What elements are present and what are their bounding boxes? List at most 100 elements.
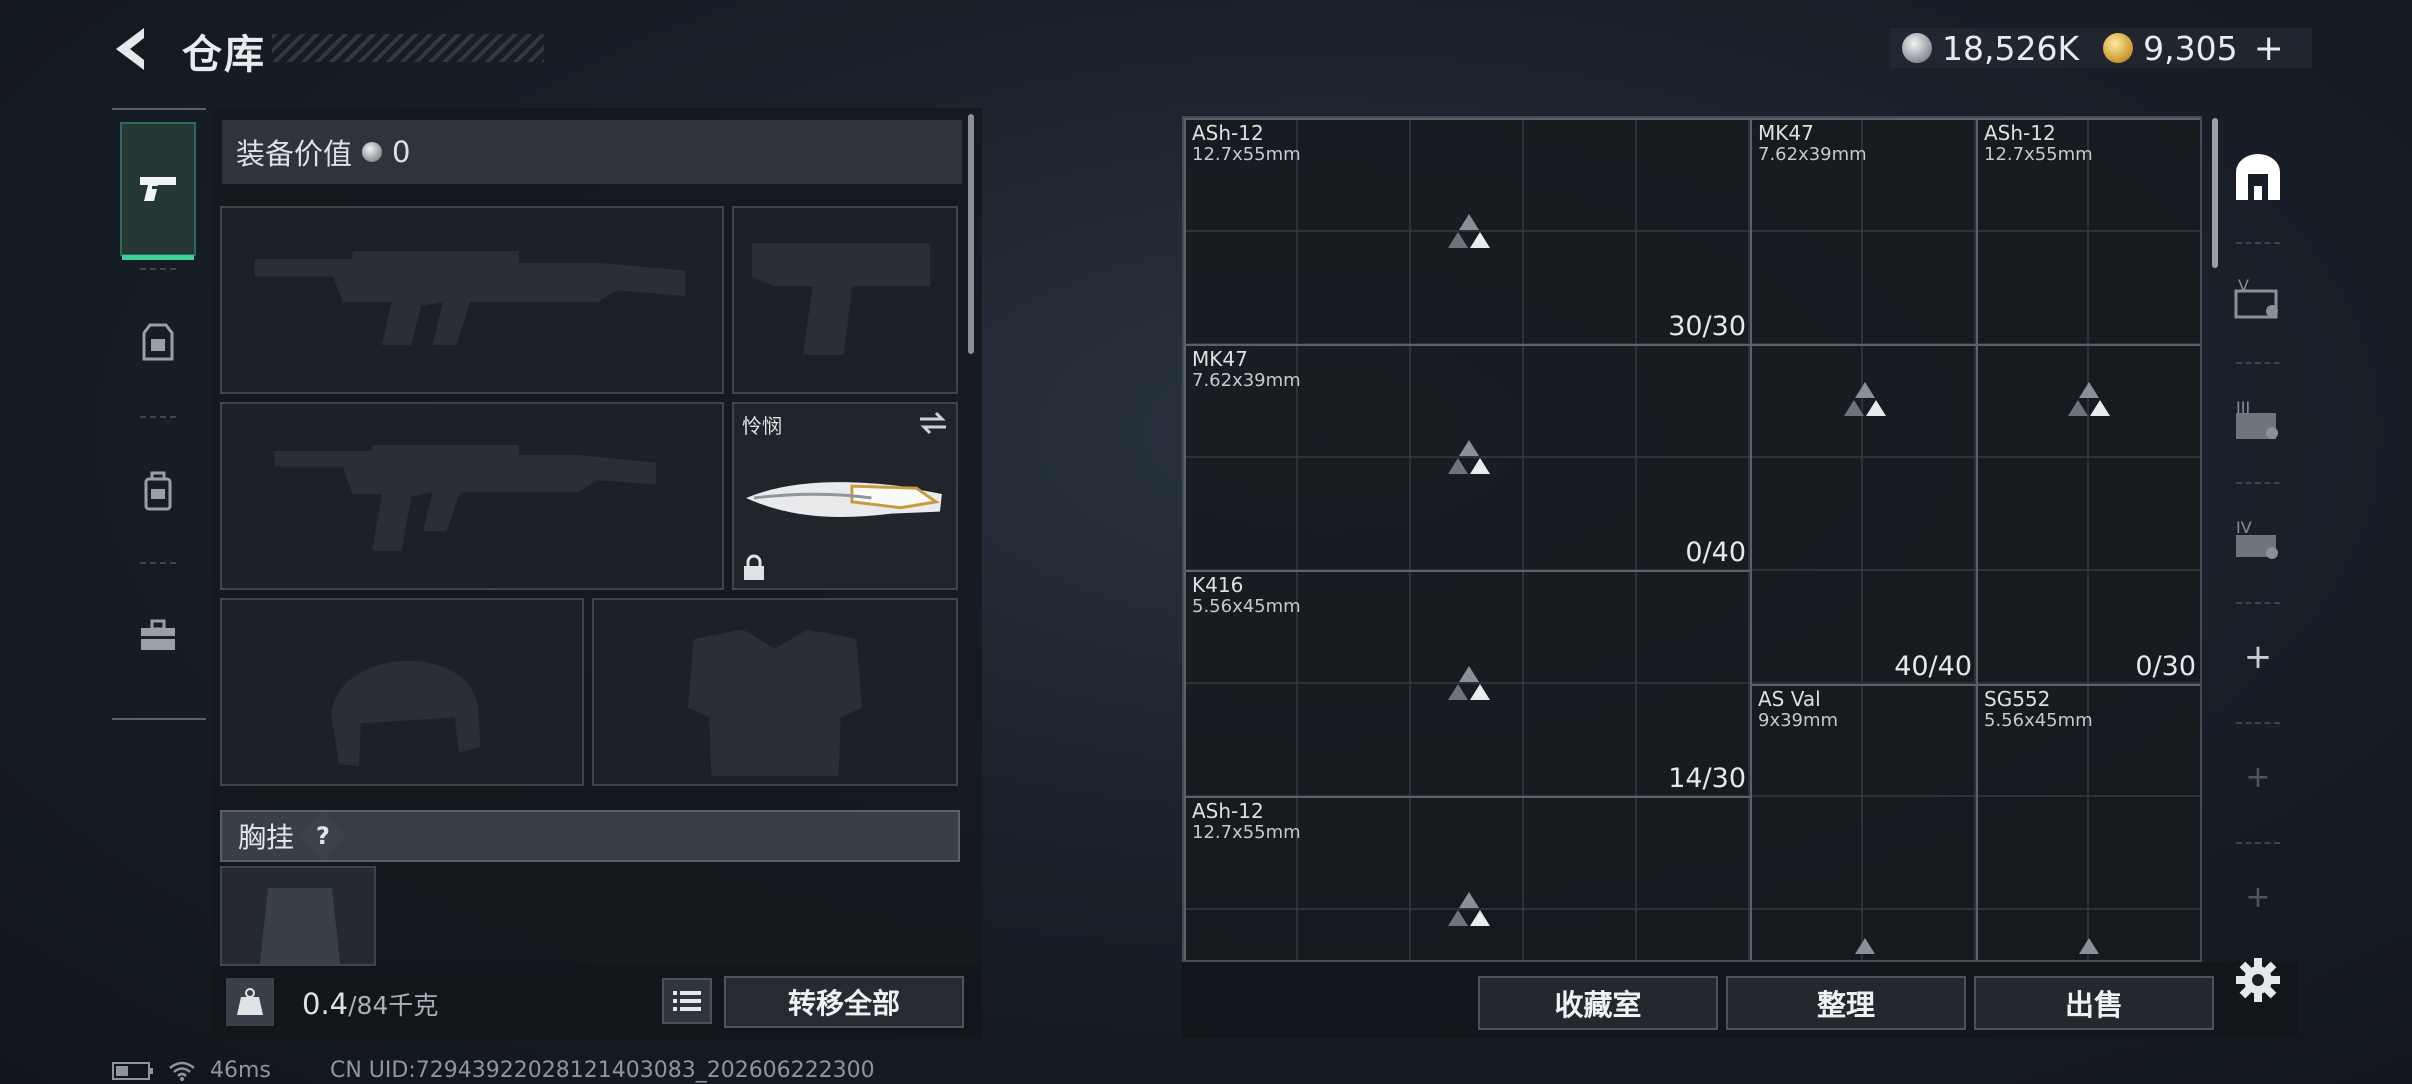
ammo-box-icon [1448,666,1490,700]
title-decoration [272,34,544,62]
gold-coin-icon [2103,33,2134,63]
storage-item[interactable]: SG552 5.56x45mm [1976,684,2200,960]
armor-silhouette-icon [687,629,863,777]
item-name: ASh-12 [1192,799,1264,823]
list-view-button[interactable] [662,978,712,1024]
page-title: 仓库 [182,32,266,78]
list-icon [673,991,701,1011]
add-storage-button-disabled: + [2245,879,2271,915]
svg-text:V: V [2238,277,2249,295]
rail-separator [140,416,176,418]
add-storage-button[interactable]: + [2218,598,2298,716]
item-caliber: 9x39mm [1758,710,1839,731]
storage-item[interactable]: 40/40 [1750,118,1978,686]
pistol-silhouette-icon [752,243,931,355]
rail-item-armor[interactable] [120,276,196,410]
rifle-silhouette-icon [254,251,686,346]
item-count: 0/30 [2135,651,2196,682]
storage-item[interactable]: 0/30 [1976,118,2200,686]
back-arrow-icon [116,28,144,70]
rail-separator [140,268,176,270]
back-button[interactable] [110,24,154,74]
primary-weapon-slot[interactable] [220,206,724,394]
storage-iii-icon: III [2236,399,2278,439]
user-uid: CN UID:7294392202812140308​3_20260622230… [330,1058,875,1083]
sell-button[interactable]: 出售 [1974,976,2214,1030]
weight-max: /84千克 [348,991,439,1020]
storage-item[interactable]: K416 5.56x45mm 14/30 [1184,570,1752,798]
secondary-weapon-slot[interactable] [220,402,724,590]
storage-iv-icon: IV [2236,519,2278,559]
collection-room-button[interactable]: 收藏室 [1478,976,1718,1030]
item-count: 0/40 [1685,537,1746,568]
ammo-box-icon [1448,440,1490,474]
storage-tab-v[interactable]: V [2218,240,2298,358]
help-button[interactable]: ? [298,811,348,861]
item-count: 30/30 [1668,311,1746,342]
chest-rig-header: 胸挂 ? [220,810,960,862]
item-name: SG552 [1984,687,2051,711]
ping-value: 46ms [210,1058,271,1083]
rifle-silhouette-icon [274,445,656,551]
storage-item[interactable]: AS Val 9x39mm [1750,684,1978,960]
storage-item[interactable]: ASh-12 12.7x55mm [1184,796,1752,960]
rail-item-toolbox[interactable] [120,568,196,702]
helmet-slot[interactable] [220,598,584,786]
item-count: 14/30 [1668,763,1746,794]
silver-coin-icon [362,142,383,162]
item-caliber: 7.62x39mm [1192,370,1301,391]
chest-rig-slot[interactable] [220,866,376,966]
sort-button[interactable]: 整理 [1726,976,1966,1030]
add-currency-button[interactable]: + [2254,28,2284,69]
equipment-scrollbar[interactable] [968,114,974,354]
equipment-value-bar: 装备价值 0 [222,120,962,184]
melee-slot[interactable]: 怜悯 [732,402,958,590]
storage-v-icon: V [2234,277,2278,319]
chest-rig-silhouette-icon [260,888,340,964]
storage-tab-iii[interactable]: III [2218,362,2298,480]
helmet-silhouette-icon [331,660,481,767]
weight-value: 0.4 [302,987,349,1021]
storage-item[interactable]: MK47 7.62x39mm 0/40 [1184,344,1752,572]
lock-icon [744,554,764,580]
transfer-all-button[interactable]: 转移全部 [724,976,964,1028]
ammo-box-icon [1448,892,1490,926]
battery-icon [112,1061,153,1080]
item-name: MK47 [1192,347,1248,371]
body-armor-slot[interactable] [592,598,958,786]
storage-tab-iv[interactable]: IV [2218,482,2298,600]
category-rail [112,108,206,720]
item-caliber: 5.56x45mm [1984,710,2093,731]
item-name: AS Val [1758,687,1821,711]
item-caliber: 12.7x55mm [1192,822,1301,843]
swap-icon[interactable] [918,410,948,436]
storage-grid[interactable]: ASh-12 12.7x55mm 30/30 MK47 7.62x39mm AS… [1182,116,2202,962]
item-name: K416 [1192,573,1244,597]
rail-item-weapons[interactable] [120,122,196,260]
ammo-box-icon [2079,938,2099,954]
gold-currency-value: 9,305 [2143,28,2238,68]
ammo-box-icon [1844,382,1886,416]
svg-text:III: III [2236,399,2250,417]
storage-item[interactable]: ASh-12 12.7x55mm 30/30 [1184,118,1752,346]
weight-icon [226,978,274,1026]
add-storage-button-disabled: + [2245,759,2271,795]
item-caliber: 5.56x45mm [1192,596,1301,617]
silver-coin-icon [1902,33,1932,63]
pistol-icon [140,177,176,201]
status-bar: 46ms [112,1058,271,1083]
storage-tab-main[interactable] [2218,118,2298,236]
pistol-slot[interactable] [732,206,958,394]
settings-gear-icon[interactable] [2234,956,2282,1004]
weight-readout: 0.4/84千克 [302,986,438,1022]
melee-item-name: 怜悯 [742,414,782,438]
vest-icon [142,323,174,361]
rail-item-backpack[interactable] [120,424,196,558]
item-name: ASh-12 [1192,121,1264,145]
ammo-box-icon [1448,214,1490,248]
chest-rig-label: 胸挂 [238,821,295,854]
backpack-icon [144,471,172,511]
equipment-value: 0 [392,135,411,169]
storage-tabs-rail: V III IV + + + [2218,118,2298,964]
wifi-icon [169,1061,195,1081]
